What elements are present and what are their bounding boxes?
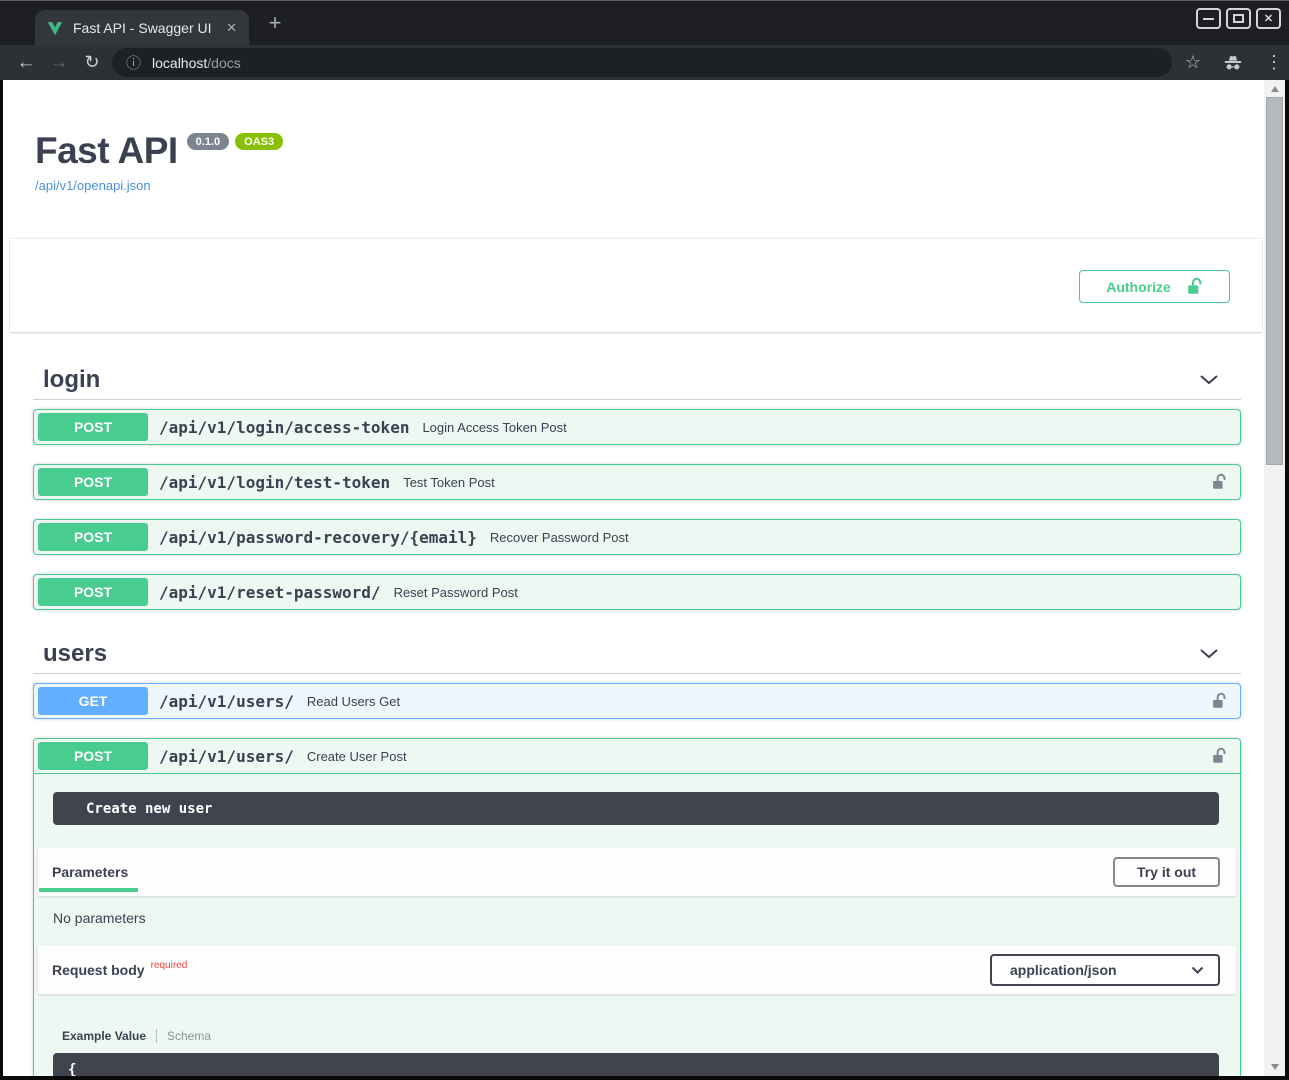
operation-summary: Login Access Token Post [422,420,566,435]
auth-lock-button[interactable] [1212,473,1227,492]
request-body-label: Request body [52,962,145,978]
close-tab-icon[interactable]: ✕ [226,20,237,36]
operation-path: /api/v1/login/test-token [159,473,390,492]
api-info: Fast API 0.1.0 OAS3 /api/v1/openapi.json [35,80,1241,195]
operation-path: /api/v1/users/ [159,692,294,711]
section-login: login POST /api/v1/login/access-token Lo… [33,360,1241,610]
section-users: users GET /api/v1/users/ Read Users Get [33,634,1241,1076]
operation-path: /api/v1/login/access-token [159,418,409,437]
chevron-down-icon[interactable] [1199,374,1219,385]
tab-title: Fast API - Swagger UI [73,20,226,36]
operation-row-password-recovery[interactable]: POST /api/v1/password-recovery/{email} R… [33,519,1241,555]
site-info-icon[interactable]: ⓘ [126,52,141,73]
content-type-value: application/json [1010,962,1117,978]
scroll-up-arrow[interactable] [1264,81,1285,97]
operation-path: /api/v1/password-recovery/{email} [159,528,477,547]
browser-window: Fast API - Swagger UI ✕ + ✕ ← → ↻ ⓘ loca… [0,0,1289,1080]
operation-summary: Read Users Get [307,694,400,709]
parameters-label: Parameters [52,864,128,880]
openapi-spec-link[interactable]: /api/v1/openapi.json [35,178,151,193]
close-window-button[interactable]: ✕ [1256,8,1281,29]
operation-summary: Recover Password Post [490,530,629,545]
operation-summary: Test Token Post [403,475,495,490]
auth-lock-button[interactable] [1212,747,1227,766]
toolbar-right-icons: ☆ ⋮ [1185,45,1283,80]
swagger-page: Fast API 0.1.0 OAS3 /api/v1/openapi.json… [3,80,1264,1076]
content-type-select[interactable]: application/json [990,954,1220,986]
operation-description: Create new user [53,792,1219,825]
tab-schema[interactable]: Schema [167,1029,211,1043]
unlock-icon [1187,277,1203,297]
forward-button[interactable]: → [47,45,71,80]
method-badge: POST [38,468,148,496]
operation-row-reset-password[interactable]: POST /api/v1/reset-password/ Reset Passw… [33,574,1241,610]
method-badge: POST [38,578,148,606]
chevron-down-icon[interactable] [1199,648,1219,659]
browser-toolbar: ← → ↻ ⓘ localhost/docs ☆ ⋮ [0,45,1289,80]
reload-button[interactable]: ↻ [80,45,104,80]
request-body-header: Request body required application/json [38,946,1236,994]
model-example-area: Example Value Schema { [34,994,1240,1076]
menu-icon[interactable]: ⋮ [1265,52,1283,73]
incognito-icon [1223,55,1243,71]
method-badge: POST [38,523,148,551]
version-badge: 0.1.0 [187,133,229,150]
auth-lock-button[interactable] [1212,692,1227,711]
required-badge: required [151,960,188,971]
try-it-out-button[interactable]: Try it out [1113,857,1220,887]
active-tab-underline [39,888,138,892]
scroll-down-arrow[interactable] [1264,1059,1285,1075]
back-button[interactable]: ← [14,45,38,80]
operation-summary: Create User Post [307,749,407,764]
maximize-icon [1233,14,1244,23]
authorize-button[interactable]: Authorize [1079,270,1230,303]
tab-bar: Fast API - Swagger UI ✕ + ✕ [0,0,1289,45]
scrollbar-thumb[interactable] [1266,97,1283,465]
page-scrollbar[interactable] [1264,80,1285,1076]
bookmark-star-icon[interactable]: ☆ [1185,52,1201,73]
chevron-down-icon [1191,966,1204,974]
oas3-badge: OAS3 [235,133,283,150]
operation-row-create-user[interactable]: POST /api/v1/users/ Create User Post [34,739,1240,774]
section-header-users[interactable]: users [33,634,1241,674]
authorize-label: Authorize [1106,279,1171,295]
favicon-icon [47,21,63,36]
example-code-block: { [53,1053,1219,1076]
operation-row-login-test-token[interactable]: POST /api/v1/login/test-token Test Token… [33,464,1241,500]
minimize-icon [1203,18,1214,20]
window-controls: ✕ [1196,8,1281,29]
operation-path: /api/v1/users/ [159,747,294,766]
section-title: login [43,366,100,394]
operation-row-read-users[interactable]: GET /api/v1/users/ Read Users Get [33,683,1241,719]
url-path: /docs [207,55,240,71]
url-host: localhost [152,55,207,71]
address-bar[interactable]: ⓘ localhost/docs [112,48,1172,77]
new-tab-button[interactable]: + [262,11,288,37]
operation-block-create-user: POST /api/v1/users/ Create User Post Cre… [33,738,1241,1076]
minimize-button[interactable] [1196,8,1221,29]
method-badge: GET [38,687,148,715]
tab-example-value[interactable]: Example Value [62,1029,146,1043]
parameters-header: Parameters Try it out [38,848,1236,896]
method-badge: POST [38,413,148,441]
method-badge: POST [38,742,148,770]
maximize-button[interactable] [1226,8,1251,29]
operation-path: /api/v1/reset-password/ [159,583,381,602]
operation-summary: Reset Password Post [394,585,518,600]
no-parameters-text: No parameters [34,896,1240,946]
operation-row-login-access-token[interactable]: POST /api/v1/login/access-token Login Ac… [33,409,1241,445]
section-title: users [43,640,107,668]
browser-tab[interactable]: Fast API - Swagger UI ✕ [35,10,249,46]
page-title: Fast API [35,132,178,169]
scheme-container: Authorize [10,239,1262,332]
section-header-login[interactable]: login [33,360,1241,400]
tab-divider [156,1029,157,1043]
